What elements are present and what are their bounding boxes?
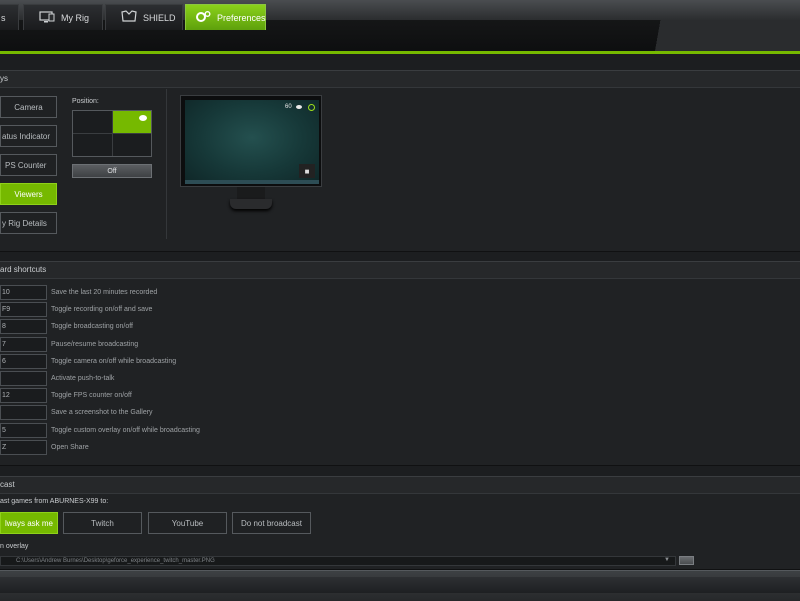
overlay-camera-button[interactable]: Camera (0, 96, 57, 118)
position-top-right-selected[interactable] (113, 111, 151, 133)
preview-viewers-icon (296, 105, 302, 109)
grid-divider-horizontal (73, 133, 151, 134)
shortcut-description: Save the last 20 minutes recorded (51, 289, 158, 296)
browse-button[interactable] (679, 556, 694, 565)
overlays-divider (166, 89, 167, 239)
shortcut-key-field[interactable] (0, 405, 47, 420)
overlay-preview-monitor: 60 ■ (180, 95, 322, 187)
shortcuts-title: ard shortcuts (0, 265, 47, 274)
shortcut-description: Toggle custom overlay on/off while broad… (51, 427, 200, 434)
tabbar-decoration (630, 20, 800, 51)
preview-fps-counter: 60 (285, 104, 292, 110)
overlays-header: ys (0, 71, 800, 88)
gear-icon (195, 10, 211, 26)
shortcut-key-field[interactable]: 8 (0, 319, 47, 334)
shortcuts-header: ard shortcuts (0, 262, 800, 279)
preview-taskbar (185, 180, 319, 184)
shortcut-key-field[interactable]: 10 (0, 285, 47, 300)
broadcast-always-ask-button[interactable]: lways ask me (0, 512, 58, 534)
overlays-panel: ys (0, 70, 800, 252)
tab-shield[interactable]: SHIELD (105, 4, 183, 30)
shortcut-key-field[interactable]: 5 (0, 423, 47, 438)
monitor-stand-neck (237, 187, 265, 199)
overlay-viewers-button[interactable]: Viewers (0, 183, 57, 205)
overlay-off-button[interactable]: Off (72, 164, 152, 178)
monitor-stand-base (230, 199, 272, 209)
position-label: Position: (72, 98, 99, 105)
shortcut-key-field[interactable] (0, 371, 47, 386)
shortcut-description: Toggle broadcasting on/off (51, 323, 133, 330)
broadcast-youtube-button[interactable]: YouTube (148, 512, 227, 534)
overlay-my-rig-details-button[interactable]: y Rig Details (0, 212, 57, 234)
dropdown-arrow-icon[interactable]: ▼ (664, 557, 670, 563)
bottom-bar-inner (0, 577, 800, 593)
tab-my-rig[interactable]: My Rig (23, 4, 103, 30)
overlay-fps-counter-button[interactable]: PS Counter (0, 154, 57, 176)
shortcut-description: Toggle FPS counter on/off (51, 392, 132, 399)
tab-preferences[interactable]: Preferences (185, 4, 266, 30)
shortcut-description: Toggle recording on/off and save (51, 306, 153, 313)
eye-icon (139, 115, 147, 121)
tab-games-label: s (1, 12, 6, 23)
tab-accent-rule (0, 51, 800, 54)
position-grid[interactable] (72, 110, 152, 157)
overlay-status-indicator-button[interactable]: atus Indicator (0, 125, 57, 147)
shortcut-key-field[interactable]: 7 (0, 337, 47, 352)
shortcut-key-field[interactable]: 6 (0, 354, 47, 369)
shield-icon (121, 10, 137, 25)
shortcut-key-field[interactable]: F9 (0, 302, 47, 317)
tab-shield-label: SHIELD (143, 12, 176, 23)
monitor-icon (39, 10, 55, 25)
broadcast-title: cast (0, 480, 15, 489)
shortcut-key-field[interactable]: 12 (0, 388, 47, 403)
shortcut-description: Save a screenshot to the Gallery (51, 409, 153, 416)
tab-games[interactable]: s (0, 4, 19, 30)
broadcast-twitch-button[interactable]: Twitch (63, 512, 142, 534)
shortcut-description: Open Share (51, 444, 89, 451)
shortcut-description: Pause/resume broadcasting (51, 341, 139, 348)
shortcut-description: Toggle camera on/off while broadcasting (51, 358, 177, 365)
shortcut-key-field[interactable]: Z (0, 440, 47, 455)
broadcast-destination-label: ast games from ABURNES-X99 to: (0, 498, 109, 505)
bottom-bar (0, 570, 800, 601)
overlay-path-field[interactable]: C:\Users\Andrew Burnes\Desktop\geforce_e… (0, 556, 676, 566)
broadcast-none-button[interactable]: Do not broadcast (232, 512, 311, 534)
tab-preferences-label: Preferences (217, 12, 266, 23)
preview-camera-icon: ■ (299, 164, 315, 178)
preview-status-icon (308, 104, 315, 111)
broadcast-header: cast (0, 477, 800, 494)
tab-my-rig-label: My Rig (61, 12, 90, 23)
shortcut-description: Activate push-to-talk (51, 375, 115, 382)
overlays-title: ys (0, 74, 8, 83)
custom-overlay-label: n overlay (0, 543, 29, 550)
